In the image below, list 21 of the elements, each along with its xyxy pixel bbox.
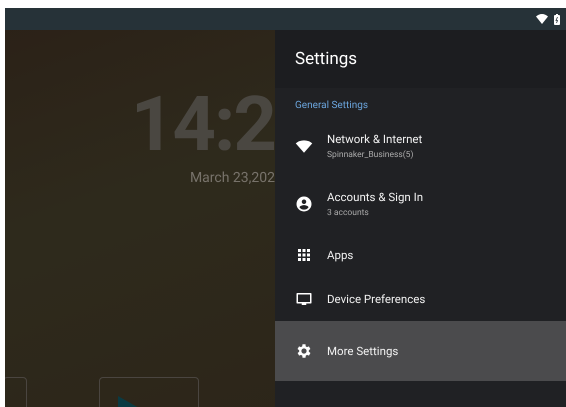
- account-icon: [295, 195, 313, 213]
- item-label: Device Preferences: [327, 292, 426, 306]
- wifi-icon: [536, 14, 548, 24]
- settings-menu-item[interactable]: Accounts & Sign In 3 accounts: [275, 175, 566, 233]
- item-subtitle: 3 accounts: [327, 208, 370, 218]
- settings-menu-item[interactable]: Network & Internet Spinnaker_Business(5): [275, 117, 566, 175]
- settings-icon: [295, 342, 313, 360]
- item-subtitle: Spinnaker_Business(5): [327, 150, 414, 160]
- grid-icon: [295, 246, 313, 264]
- panel-title: Settings: [295, 49, 358, 69]
- item-label: Network & Internet: [327, 132, 422, 146]
- item-label: Accounts & Sign In: [327, 190, 424, 204]
- item-label: More Settings: [327, 344, 398, 358]
- battery-icon: [554, 14, 560, 24]
- date-text: March 23,202: [190, 170, 275, 186]
- item-label: Apps: [327, 248, 354, 262]
- settings-menu-item[interactable]: Device Preferences: [275, 277, 566, 321]
- section-heading: General Settings: [294, 99, 369, 113]
- monitor-icon: [295, 290, 313, 308]
- settings-menu-item[interactable]: Apps: [275, 233, 566, 277]
- settings-menu-item[interactable]: More Settings: [275, 321, 566, 381]
